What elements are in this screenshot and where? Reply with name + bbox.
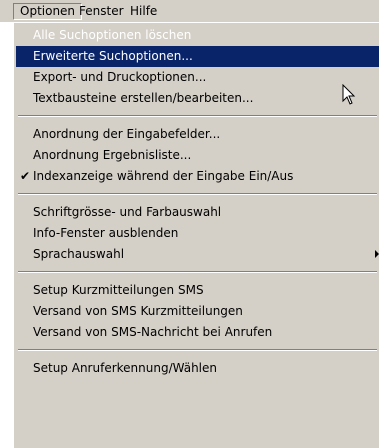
menu-item-label: Textbausteine erstellen/bearbeiten... [33, 91, 254, 105]
menu-separator [18, 349, 377, 351]
menu-item-label: Info-Fenster ausblenden [33, 226, 179, 240]
menu-item-hide-info-window[interactable]: Info-Fenster ausblenden [16, 223, 379, 244]
menu-item-advanced-search-options[interactable]: Erweiterte Suchoptionen... [16, 46, 379, 67]
menu-separator [18, 193, 377, 195]
optionen-dropdown-menu: Alle Suchoptionen löschen Erweiterte Suc… [13, 22, 379, 448]
menu-item-label: Versand von SMS Kurzmitteilungen [33, 304, 243, 318]
menu-fenster[interactable]: Fenster [73, 3, 130, 20]
menu-item-index-display-toggle[interactable]: ✔ Indexanzeige während der Eingabe Ein/A… [16, 166, 379, 187]
menu-item-clear-search-options: Alle Suchoptionen löschen [16, 25, 379, 46]
menu-item-label: Indexanzeige während der Eingabe Ein/Aus [33, 169, 294, 183]
menu-item-caller-id-setup[interactable]: Setup Anruferkennung/Wählen [16, 358, 379, 379]
check-icon: ✔ [19, 169, 31, 183]
menu-item-result-list-layout[interactable]: Anordnung Ergebnisliste... [16, 145, 379, 166]
submenu-arrow-icon [375, 250, 379, 258]
menu-bar: Optionen Fenster Hilfe [0, 0, 379, 22]
menu-item-label: Anordnung der Eingabefelder... [33, 127, 221, 141]
menu-item-language-selection[interactable]: Sprachauswahl [16, 244, 379, 265]
menu-separator [18, 115, 377, 117]
menu-item-label: Anordnung Ergebnisliste... [33, 148, 192, 162]
menu-item-sms-setup[interactable]: Setup Kurzmitteilungen SMS [16, 280, 379, 301]
menu-hilfe[interactable]: Hilfe [124, 3, 163, 20]
menu-optionen[interactable]: Optionen [13, 3, 83, 20]
menu-item-sms-on-calls[interactable]: Versand von SMS-Nachricht bei Anrufen [16, 322, 379, 343]
cursor-icon [342, 84, 356, 105]
menu-item-input-field-layout[interactable]: Anordnung der Eingabefelder... [16, 124, 379, 145]
menu-item-font-color-selection[interactable]: Schriftgrösse- und Farbauswahl [16, 202, 379, 223]
menu-item-export-print-options[interactable]: Export- und Druckoptionen... [16, 67, 379, 88]
menu-item-label: Alle Suchoptionen löschen [33, 28, 192, 42]
menu-item-label: Setup Kurzmitteilungen SMS [33, 283, 204, 297]
menu-item-label: Versand von SMS-Nachricht bei Anrufen [33, 325, 273, 339]
menu-item-label: Setup Anruferkennung/Wählen [33, 361, 218, 375]
menu-item-label: Sprachauswahl [33, 247, 125, 261]
menu-item-text-modules[interactable]: Textbausteine erstellen/bearbeiten... [16, 88, 379, 109]
menu-separator [18, 271, 377, 273]
menu-item-label: Schriftgrösse- und Farbauswahl [33, 205, 222, 219]
menu-item-label: Export- und Druckoptionen... [33, 70, 207, 84]
menu-item-send-sms[interactable]: Versand von SMS Kurzmitteilungen [16, 301, 379, 322]
menu-item-label: Erweiterte Suchoptionen... [33, 49, 193, 63]
